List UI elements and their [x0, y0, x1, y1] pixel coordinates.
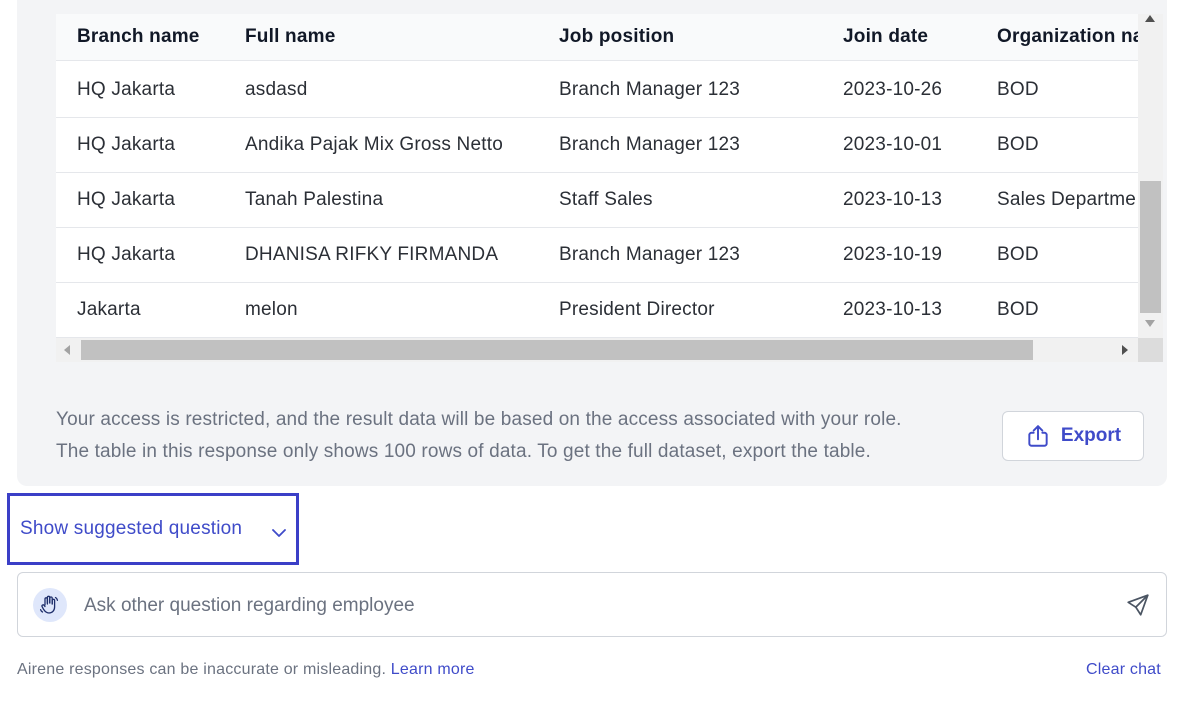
column-header-full-name[interactable]: Full name [245, 14, 545, 60]
horizontal-scrollbar[interactable] [56, 338, 1138, 362]
cell-branch-name: HQ Jakarta [77, 134, 176, 155]
response-card: Branch name Full name Job position Join … [17, 0, 1167, 486]
cell-join-date: 2023-10-19 [843, 244, 943, 265]
learn-more-link[interactable]: Learn more [391, 661, 475, 678]
access-notice: Your access is restricted, and the resul… [56, 404, 996, 468]
scroll-right-arrow-icon[interactable] [1122, 345, 1128, 355]
access-notice-line-2: The table in this response only shows 10… [56, 441, 871, 462]
horizontal-scroll-thumb[interactable] [81, 340, 1033, 360]
cell-join-date: 2023-10-26 [843, 79, 943, 100]
table-header: Branch name Full name Job position Join … [56, 14, 1138, 61]
column-header-join-date[interactable]: Join date [843, 14, 983, 60]
question-input[interactable] [82, 585, 1086, 627]
scroll-left-arrow-icon[interactable] [64, 345, 70, 355]
cell-job-position: Branch Manager 123 [559, 79, 741, 100]
scroll-up-arrow-icon[interactable] [1145, 15, 1155, 22]
cell-full-name: melon [245, 299, 298, 320]
question-input-bar [17, 572, 1167, 637]
table-row: HQ Jakarta Andika Pajak Mix Gross Netto … [56, 118, 1138, 173]
cell-job-position: President Director [559, 299, 715, 320]
scrollbar-corner [1138, 338, 1163, 362]
cell-full-name: Tanah Palestina [245, 189, 384, 210]
table-row: Jakarta melon President Director 2023-10… [56, 283, 1138, 338]
vertical-scrollbar[interactable] [1138, 14, 1163, 338]
cell-branch-name: Jakarta [77, 299, 141, 320]
cell-join-date: 2023-10-13 [843, 299, 943, 320]
cell-organization-name: Sales Departme [997, 189, 1137, 210]
vertical-scroll-thumb[interactable] [1140, 181, 1161, 313]
cell-full-name: DHANISA RIFKY FIRMANDA [245, 244, 499, 265]
chevron-down-icon [272, 529, 286, 537]
disclaimer-text: Airene responses can be inaccurate or mi… [17, 661, 387, 678]
export-button-label: Export [1060, 425, 1122, 446]
table-row: HQ Jakarta asdasd Branch Manager 123 202… [56, 63, 1138, 118]
cell-organization-name: BOD [997, 244, 1039, 265]
cell-organization-name: BOD [997, 79, 1039, 100]
cell-join-date: 2023-10-01 [843, 134, 943, 155]
export-button[interactable]: Export [1002, 411, 1144, 461]
show-suggested-question-toggle[interactable]: Show suggested question [7, 493, 299, 565]
column-header-branch-name[interactable]: Branch name [77, 14, 237, 60]
clear-chat-link[interactable]: Clear chat [1086, 661, 1161, 679]
cell-full-name: asdasd [245, 79, 308, 100]
cell-join-date: 2023-10-13 [843, 189, 943, 210]
cell-branch-name: HQ Jakarta [77, 79, 176, 100]
table-row: HQ Jakarta DHANISA RIFKY FIRMANDA Branch… [56, 228, 1138, 283]
cell-job-position: Branch Manager 123 [559, 244, 741, 265]
share-upload-icon [1028, 425, 1048, 447]
show-suggested-question-label: Show suggested question [20, 518, 243, 539]
scroll-down-arrow-icon[interactable] [1145, 320, 1155, 327]
cell-full-name: Andika Pajak Mix Gross Netto [245, 134, 503, 155]
column-header-job-position[interactable]: Job position [559, 14, 829, 60]
cell-branch-name: HQ Jakarta [77, 189, 176, 210]
cell-job-position: Staff Sales [559, 189, 653, 210]
results-table: Branch name Full name Job position Join … [56, 14, 1163, 362]
cell-organization-name: BOD [997, 299, 1039, 320]
cell-organization-name: BOD [997, 134, 1039, 155]
footer-disclaimer: Airene responses can be inaccurate or mi… [17, 661, 475, 679]
table-row: HQ Jakarta Tanah Palestina Staff Sales 2… [56, 173, 1138, 228]
access-notice-line-1: Your access is restricted, and the resul… [56, 409, 902, 430]
cell-job-position: Branch Manager 123 [559, 134, 741, 155]
column-header-organization-name[interactable]: Organization na [997, 14, 1138, 60]
send-icon[interactable] [1125, 592, 1151, 618]
waving-hand-icon [39, 595, 59, 614]
cell-branch-name: HQ Jakarta [77, 244, 176, 265]
assistant-avatar [33, 588, 67, 622]
